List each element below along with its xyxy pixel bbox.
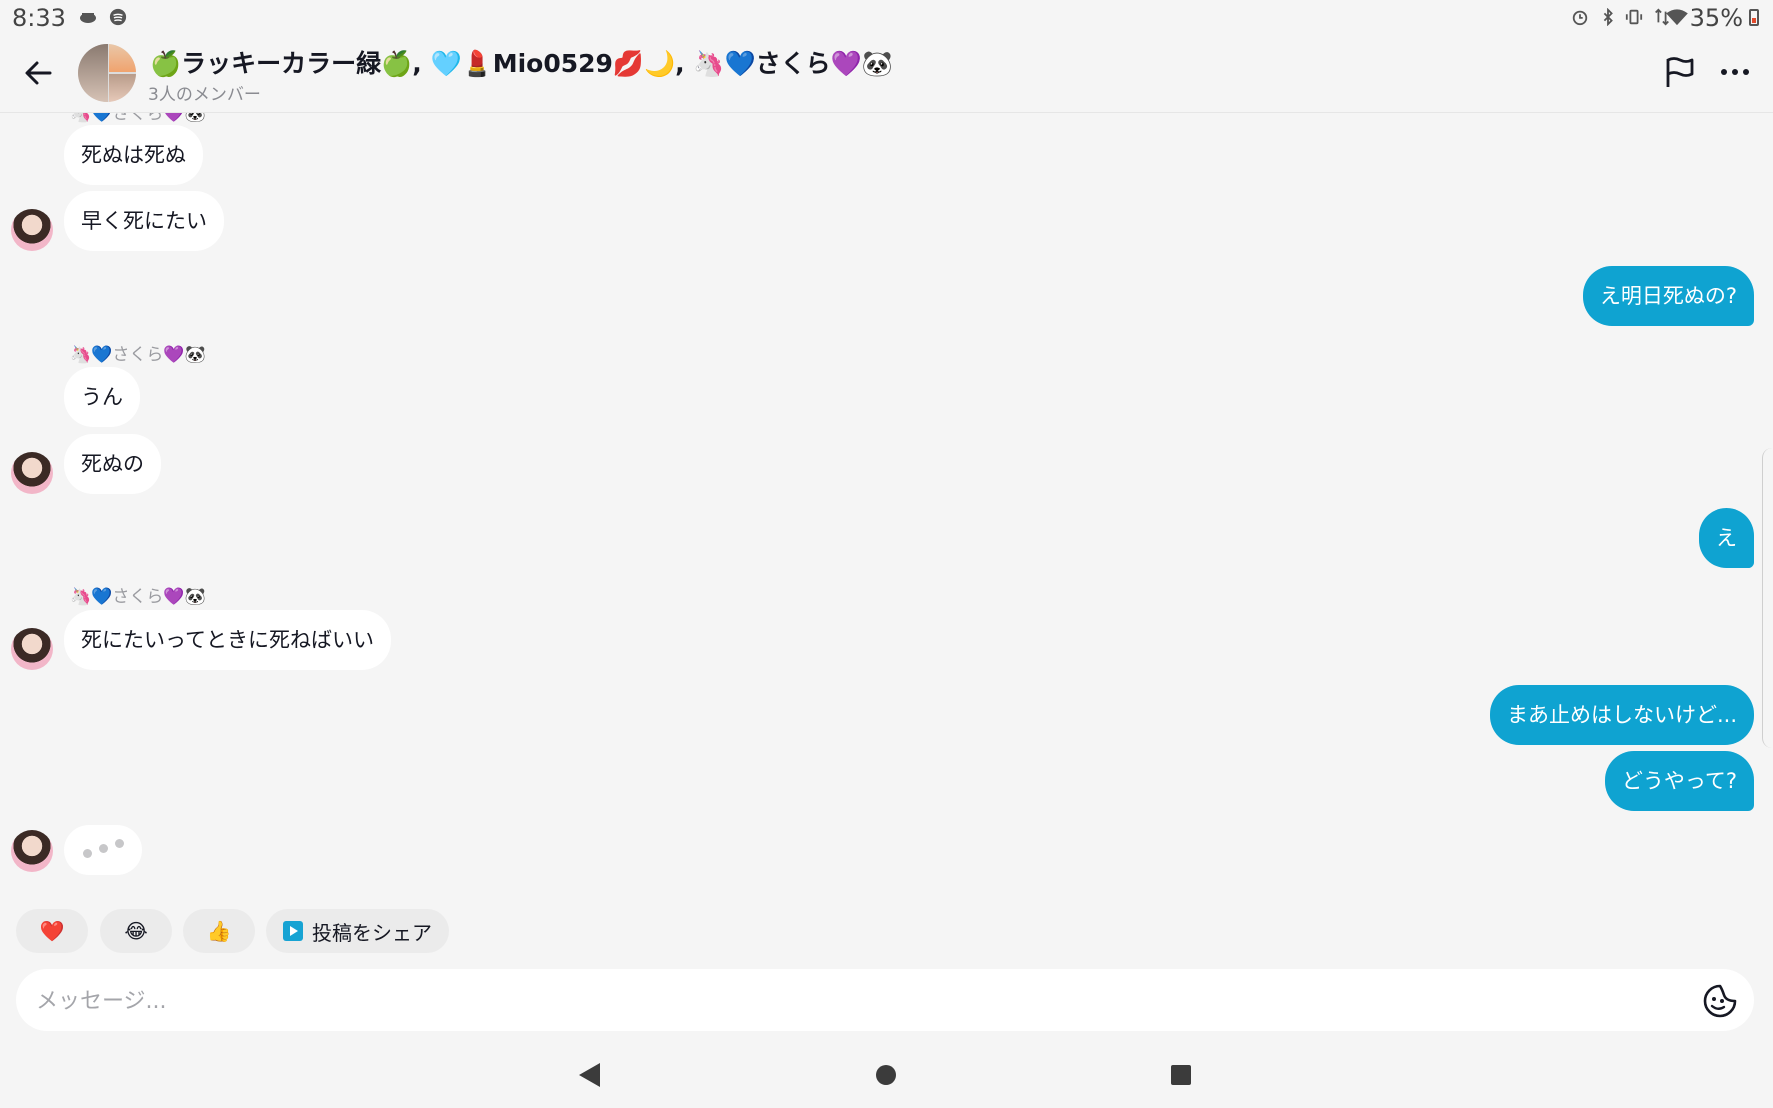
group-avatar[interactable] [78,44,136,102]
bluetooth-icon [1603,8,1613,26]
message-bubble-outgoing[interactable]: どうやって? [1604,751,1754,811]
nav-back-icon[interactable] [578,1062,602,1088]
chat-title[interactable]: 🍏ラッキーカラー緑🍏, 🩵💄Mio0529💋🌙, 🦄💙さくら💜🐼 [150,44,893,80]
message-bubble-incoming[interactable]: 死にたいってときに死ねばいい [64,610,391,670]
status-bar: 8:33 35% [0,0,1773,36]
nav-recents-icon[interactable] [1171,1065,1191,1085]
system-navigation-bar [0,1040,1773,1108]
typing-dot [99,844,108,853]
back-arrow-icon[interactable] [18,52,60,94]
typing-dot [115,839,124,848]
typing-indicator [64,825,142,875]
message-composer [16,969,1754,1031]
message-input[interactable] [34,977,1658,1025]
message-bubble-incoming[interactable]: うん [64,367,140,427]
sender-avatar[interactable] [11,452,53,494]
sender-name: 🦄💙さくら💜🐼 [70,345,206,365]
battery-icon [1749,9,1759,26]
message-bubble-incoming[interactable]: 死ぬの [64,434,161,494]
share-post-button[interactable]: 投稿をシェア [266,909,449,953]
message-bubble-outgoing[interactable]: え明日死ぬの? [1582,266,1754,326]
spotify-icon [109,8,127,26]
status-time: 8:33 [12,4,66,32]
member-avatar-3 [109,74,136,102]
sender-avatar[interactable] [11,209,53,251]
video-play-icon [283,921,303,941]
typing-dot [83,849,92,858]
message-bubble-outgoing[interactable]: まあ止めはしないけど... [1489,685,1754,745]
vibrate-icon [1625,9,1643,25]
message-bubble-outgoing[interactable]: え [1699,508,1754,568]
battery-level: 35% [1689,4,1743,32]
scrollbar[interactable] [1762,448,1773,748]
sender-name: 🦄💙さくら💜🐼 [70,113,206,124]
more-options-icon[interactable] [1718,62,1752,82]
member-count: 3人のメンバー [148,85,261,105]
member-avatar-2 [109,44,136,72]
message-list[interactable]: 🦄💙さくら💜🐼 死ぬは死ぬ 早く死にたい え明日死ぬの? 🦄💙さくら💜🐼 うん … [0,113,1773,890]
message-bubble-incoming[interactable]: 死ぬは死ぬ [64,125,203,185]
message-bubble-incoming[interactable]: 早く死にたい [64,191,224,251]
sender-avatar[interactable] [11,628,53,670]
sender-avatar[interactable] [11,830,53,872]
sender-name: 🦄💙さくら💜🐼 [70,587,206,607]
chat-header: 🍏ラッキーカラー緑🍏, 🩵💄Mio0529💋🌙, 🦄💙さくら💜🐼 3人のメンバー [0,36,1773,113]
wifi-icon [1666,9,1688,26]
emoji-sticker-icon[interactable] [1702,983,1738,1019]
quick-reaction-thumbs-up[interactable]: 👍 [183,909,255,953]
quick-reaction-heart[interactable]: ❤️ [16,909,88,953]
alarm-icon [1572,10,1588,26]
nav-home-icon[interactable] [876,1065,896,1085]
flag-icon[interactable] [1660,54,1696,90]
member-avatar-1 [78,44,108,102]
quick-reaction-laugh[interactable]: 😂 [100,909,172,953]
share-post-label: 投稿をシェア [312,920,432,945]
cast-icon [80,13,96,23]
